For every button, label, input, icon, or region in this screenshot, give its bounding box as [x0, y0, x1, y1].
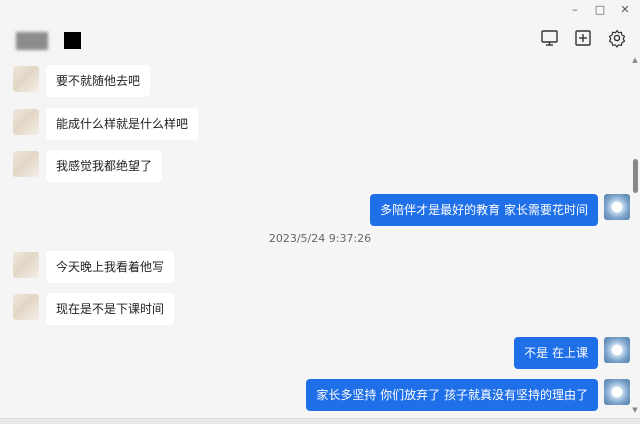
screen-share-icon[interactable]	[540, 28, 560, 48]
chat-scrollbar[interactable]: ▲ ▼	[630, 56, 640, 416]
maximize-button[interactable]: □	[591, 2, 609, 18]
outgoing-message[interactable]: 家长多坚持 你们放弃了 孩子就真没有坚持的理由了	[306, 379, 598, 411]
contact-avatar[interactable]	[13, 294, 39, 320]
title-bar: – □ ✕	[0, 0, 640, 56]
contact-avatar[interactable]	[13, 252, 39, 278]
scroll-down-arrow-icon[interactable]: ▼	[631, 406, 639, 414]
incoming-message[interactable]: 能成什么样就是什么样吧	[46, 108, 199, 140]
contact-name-redacted	[16, 32, 48, 50]
contact-avatar[interactable]	[13, 109, 39, 135]
scrollbar-thumb[interactable]	[633, 159, 638, 193]
add-chat-icon[interactable]	[573, 28, 593, 48]
my-avatar[interactable]	[604, 337, 630, 363]
my-avatar[interactable]	[604, 379, 630, 405]
contact-avatar[interactable]	[13, 66, 39, 92]
settings-gear-icon[interactable]	[607, 28, 627, 48]
contact-avatar[interactable]	[13, 151, 39, 177]
close-button[interactable]: ✕	[616, 2, 634, 18]
minimize-button[interactable]: –	[566, 2, 584, 18]
outgoing-message[interactable]: 多陪伴才是最好的教育 家长需要花时间	[370, 194, 598, 226]
incoming-message[interactable]: 现在是不是下课时间	[46, 293, 175, 325]
input-area-divider	[0, 418, 640, 424]
scroll-up-arrow-icon[interactable]: ▲	[631, 56, 639, 64]
contact-avatar-redacted	[64, 32, 81, 49]
incoming-message[interactable]: 要不就随他去吧	[46, 65, 151, 97]
message-timestamp: 2023/5/24 9:37:26	[268, 232, 372, 245]
incoming-message[interactable]: 我感觉我都绝望了	[46, 150, 163, 182]
my-avatar[interactable]	[604, 194, 630, 220]
incoming-message[interactable]: 今天晚上我看着他写	[46, 251, 175, 283]
outgoing-message[interactable]: 不是 在上课	[514, 337, 598, 369]
